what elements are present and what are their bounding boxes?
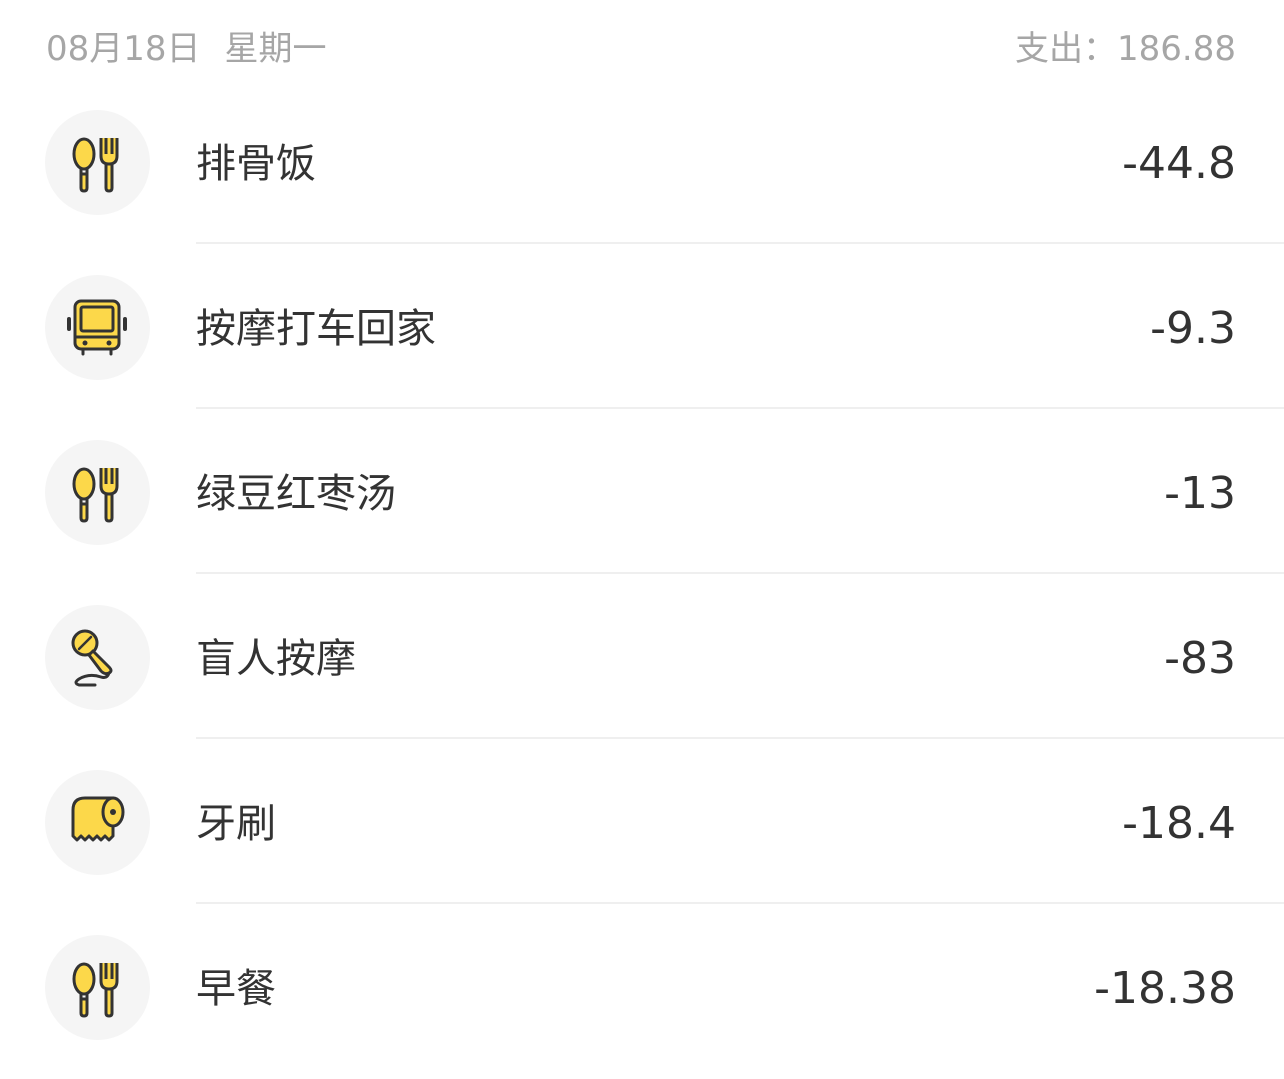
record-amount: -13: [1164, 468, 1236, 519]
utensils-icon: [72, 137, 119, 193]
category-icon-container: [45, 275, 150, 380]
expense-record[interactable]: 按摩打车回家 -9.3: [0, 244, 1284, 409]
category-icon-container: [45, 440, 150, 545]
expense-record[interactable]: 排骨饭 -44.8: [0, 79, 1284, 244]
expense-record[interactable]: 绿豆红枣汤 -13: [0, 409, 1284, 574]
record-amount: -83: [1164, 633, 1236, 684]
toilet-paper-icon: [71, 796, 125, 842]
utensils-icon: [72, 962, 119, 1018]
record-title: 绿豆红枣汤: [196, 471, 396, 517]
record-title: 盲人按摩: [196, 636, 356, 682]
expense-record[interactable]: 早餐 -18.38: [0, 904, 1284, 1069]
date-text: 08月18日: [46, 29, 201, 69]
microphone-icon: [71, 629, 113, 687]
expense-record[interactable]: 盲人按摩 -83: [0, 574, 1284, 739]
expense-list: 排骨饭 -44.8 按摩打车回家 -9.3 绿豆红枣汤 -13 盲人按摩 -83…: [0, 79, 1284, 1069]
weekday-text: 星期一: [224, 29, 327, 69]
category-icon-container: [45, 605, 150, 710]
record-amount: -18.4: [1122, 798, 1236, 849]
utensils-icon: [72, 467, 119, 523]
record-amount: -44.8: [1122, 138, 1236, 189]
bus-icon: [67, 299, 127, 356]
record-amount: -18.38: [1094, 963, 1236, 1014]
category-icon-container: [45, 935, 150, 1040]
record-amount: -9.3: [1150, 303, 1236, 354]
category-icon-container: [45, 110, 150, 215]
record-title: 早餐: [196, 966, 276, 1012]
expense-record[interactable]: 牙刷 -18.4: [0, 739, 1284, 904]
day-expense-total: 支出：186.88: [1015, 29, 1236, 69]
record-title: 排骨饭: [196, 141, 316, 187]
category-icon-container: [45, 770, 150, 875]
day-date: 08月18日 星期一: [46, 26, 327, 72]
record-title: 按摩打车回家: [196, 306, 436, 352]
record-title: 牙刷: [196, 801, 276, 847]
